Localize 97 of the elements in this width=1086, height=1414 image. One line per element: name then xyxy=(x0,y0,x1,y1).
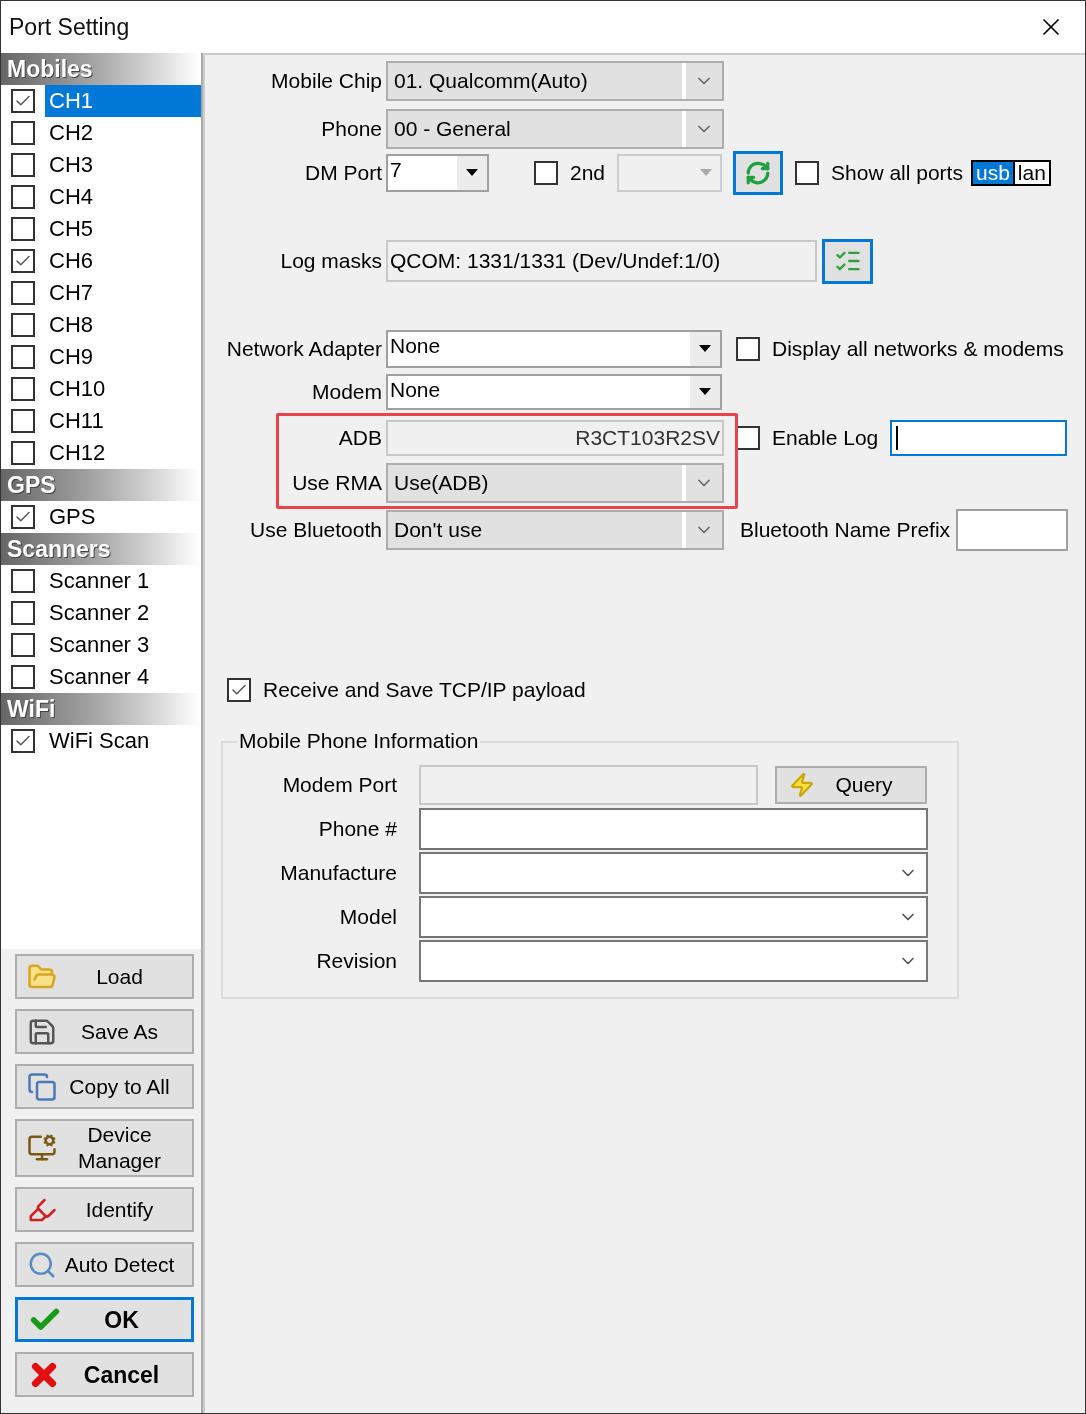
dropdown[interactable]: 00 - General xyxy=(386,109,724,149)
checkbox-label: 2nd xyxy=(570,160,606,187)
sidebar-button[interactable]: Auto Detect xyxy=(15,1242,194,1287)
field-label: Revision xyxy=(315,948,398,975)
checkbox[interactable] xyxy=(11,601,35,625)
checkbox[interactable] xyxy=(11,569,35,593)
sidebar-button[interactable]: Device Manager xyxy=(15,1119,194,1177)
dropdown[interactable]: None xyxy=(386,374,722,410)
channel-item[interactable]: CH1 xyxy=(45,85,201,117)
checkbox[interactable] xyxy=(11,313,35,337)
bluetooth-prefix-field[interactable] xyxy=(956,509,1069,551)
copy-icon xyxy=(27,1071,57,1102)
caret-icon xyxy=(699,345,711,353)
checkbox[interactable] xyxy=(795,161,820,185)
sidebar-button[interactable]: Copy to All xyxy=(15,1064,194,1109)
channel-item[interactable]: CH11 xyxy=(45,405,201,437)
channel-item[interactable]: CH8 xyxy=(45,309,201,341)
channel-item[interactable]: Scanner 3 xyxy=(45,629,201,661)
field-label: Network Adapter xyxy=(225,336,383,363)
field-label: Phone # xyxy=(317,816,398,843)
caret-icon xyxy=(700,169,713,177)
checkbox[interactable] xyxy=(227,678,251,702)
query-button[interactable]: Query xyxy=(775,766,927,804)
ok-button[interactable]: OK xyxy=(15,1297,194,1342)
refresh-icon xyxy=(745,160,772,186)
channel-item[interactable]: WiFi Scan xyxy=(45,725,201,757)
field-label: Modem xyxy=(310,379,383,406)
device-icon xyxy=(27,1133,57,1163)
channel-item[interactable]: CH10 xyxy=(45,373,201,405)
checkbox[interactable] xyxy=(11,345,35,369)
checkbox[interactable] xyxy=(11,665,35,689)
field-label: Mobile Chip xyxy=(270,68,383,95)
dropdown[interactable]: 01. Qualcomm(Auto) xyxy=(386,61,724,101)
sidebar-button[interactable]: Load xyxy=(15,954,194,999)
input-field[interactable] xyxy=(419,808,928,850)
port-type-toggle[interactable]: usb xyxy=(972,162,1013,184)
checkbox[interactable] xyxy=(11,505,35,529)
checkbox[interactable] xyxy=(11,441,35,465)
checkbox[interactable] xyxy=(11,217,35,241)
adb-field[interactable]: R3CT103R2SV xyxy=(386,420,724,456)
channel-item[interactable]: CH6 xyxy=(45,245,201,277)
checkbox-label: Show all ports xyxy=(831,160,963,187)
checkbox[interactable] xyxy=(736,337,760,361)
log-masks-button[interactable] xyxy=(822,238,873,284)
channel-item[interactable]: CH7 xyxy=(45,277,201,309)
dropdown[interactable]: Don't use xyxy=(386,510,724,550)
checkbox-label: Display all networks & modems xyxy=(772,336,1064,363)
field-label: Bluetooth Name Prefix xyxy=(740,517,951,544)
cancel-button[interactable]: Cancel xyxy=(15,1352,194,1397)
sidebar-button[interactable]: Identify xyxy=(15,1187,194,1232)
checkbox[interactable] xyxy=(11,409,35,433)
checkbox[interactable] xyxy=(11,249,35,273)
channel-item[interactable]: CH12 xyxy=(45,437,201,469)
checkbox[interactable] xyxy=(11,729,35,753)
checkbox[interactable] xyxy=(11,89,35,113)
lightning-icon xyxy=(789,772,815,798)
caret-icon xyxy=(699,388,711,396)
channel-item[interactable]: CH3 xyxy=(45,149,201,181)
checkbox[interactable] xyxy=(736,426,760,450)
dropdown[interactable]: 7 xyxy=(386,154,489,192)
checkbox[interactable] xyxy=(11,377,35,401)
readonly-field[interactable] xyxy=(419,765,758,805)
channel-item[interactable]: CH9 xyxy=(45,341,201,373)
refresh-button[interactable] xyxy=(733,151,784,195)
channel-item[interactable]: Scanner 2 xyxy=(45,597,201,629)
channel-item[interactable]: GPS xyxy=(45,501,201,533)
field-label: Modem Port xyxy=(281,772,398,799)
checkbox[interactable] xyxy=(11,281,35,305)
channel-item[interactable]: Scanner 4 xyxy=(45,661,201,693)
checkbox[interactable] xyxy=(11,153,35,177)
checkbox-label: Receive and Save TCP/IP payload xyxy=(263,677,586,704)
channel-item[interactable]: CH4 xyxy=(45,181,201,213)
sidebar-button[interactable]: Save As xyxy=(15,1009,194,1054)
field-label: Use RMA xyxy=(291,470,383,497)
channel-item[interactable]: CH2 xyxy=(45,117,201,149)
checkbox[interactable] xyxy=(11,185,35,209)
channel-item[interactable]: CH5 xyxy=(45,213,201,245)
field-label: Manufacture xyxy=(279,860,398,887)
dropdown[interactable]: None xyxy=(386,330,722,368)
field-label: ADB xyxy=(337,425,383,452)
field-label: DM Port xyxy=(304,160,383,187)
channel-item[interactable]: Scanner 1 xyxy=(45,565,201,597)
field-label: Log masks xyxy=(279,248,383,275)
checkbox[interactable] xyxy=(11,121,35,145)
dropdown[interactable]: Use(ADB) xyxy=(386,463,724,503)
field-label: Phone xyxy=(320,116,383,143)
caret-icon xyxy=(466,169,478,177)
field-label: Model xyxy=(338,904,398,931)
log-masks-field[interactable]: QCOM: 1331/1331 (Dev/Undef:1/0) xyxy=(386,240,817,282)
dropdown[interactable] xyxy=(419,852,928,894)
dropdown[interactable] xyxy=(419,896,928,938)
window-title: Port Setting xyxy=(9,12,130,42)
log-name-field[interactable] xyxy=(890,420,1068,456)
checkbox[interactable] xyxy=(11,633,35,657)
field-label: Use Bluetooth xyxy=(249,517,383,544)
checkbox-label: Enable Log xyxy=(772,425,879,452)
dropdown[interactable] xyxy=(419,940,928,982)
